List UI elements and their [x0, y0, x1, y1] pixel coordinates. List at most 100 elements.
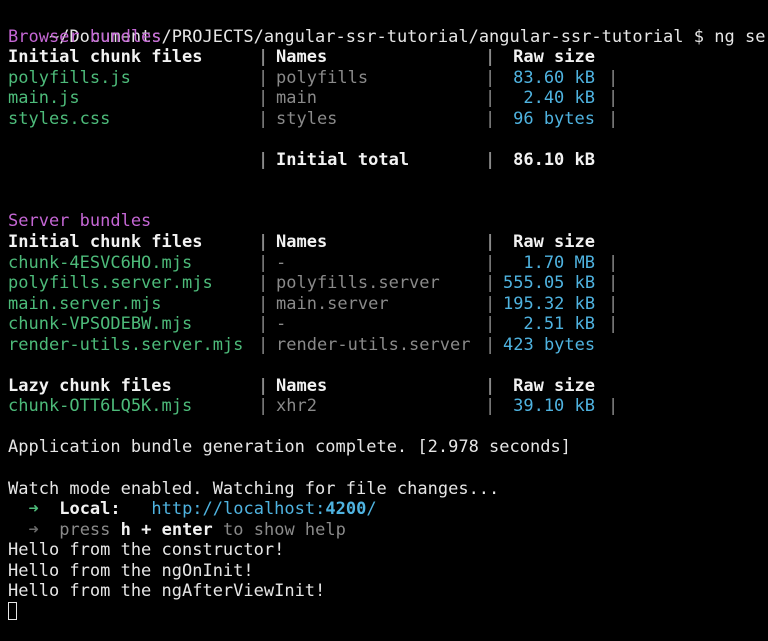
table-row: render-utils.server.mjs | render-utils.s…	[8, 335, 768, 356]
header-names: Names	[276, 232, 328, 253]
local-url-line: ➜ Local: http://localhost:4200/	[8, 499, 768, 520]
log-line: Hello from the constructor!	[8, 540, 285, 561]
header-files: Initial chunk files	[8, 47, 203, 68]
separator: |	[485, 47, 496, 68]
table-row: main.server.mjs | main.server | 195.32 k…	[8, 294, 768, 315]
separator: |	[485, 108, 496, 129]
lazy-header-row: Lazy chunk files | Names | Raw size	[8, 376, 768, 397]
chunk-name: polyfills.server	[276, 273, 440, 294]
chunk-size: 2.51 kB	[523, 314, 595, 335]
chunk-name: xhr2	[276, 396, 317, 417]
watch-message: Watch mode enabled. Watching for file ch…	[8, 478, 500, 499]
header-size: Raw size	[513, 47, 595, 68]
table-row: styles.css | styles | 96 bytes |	[8, 109, 768, 130]
server-header-row: Initial chunk files | Names | Raw size	[8, 232, 768, 253]
separator: |	[258, 334, 269, 355]
chunk-file: chunk-4ESVC6HO.mjs	[8, 252, 193, 273]
separator: |	[485, 232, 496, 253]
separator: |	[485, 293, 496, 314]
chunk-size: 555.05 kB	[503, 273, 596, 294]
chunk-size: 39.10 kB	[513, 396, 595, 417]
separator: |	[258, 252, 269, 273]
separator: |	[258, 88, 269, 109]
chunk-size: 195.32 kB	[503, 293, 596, 314]
separator: |	[608, 293, 619, 314]
separator: |	[258, 47, 269, 68]
url-port: 4200	[325, 499, 367, 520]
separator: |	[485, 67, 496, 88]
separator: |	[258, 375, 269, 396]
initial-total-row: | Initial total | 86.10 kB	[8, 150, 768, 171]
input-line[interactable]	[8, 601, 768, 623]
separator: |	[485, 273, 496, 294]
separator: |	[258, 67, 269, 88]
chunk-file: main.server.mjs	[8, 293, 162, 314]
help-hint-line: ➜ press h + enter to show help	[8, 520, 768, 541]
terminal-window[interactable]: ~/Documents/PROJECTS/angular-ssr-tutoria…	[0, 0, 768, 641]
separator: |	[258, 232, 269, 253]
chunk-file: polyfills.server.mjs	[8, 273, 213, 294]
arrow-right-icon: ➜	[28, 499, 39, 520]
log-line: Hello from the ngAfterViewInit!	[8, 581, 326, 602]
header-names: Names	[276, 47, 328, 68]
help-press: press	[59, 519, 111, 540]
local-label: Local:	[59, 499, 121, 520]
browser-header-row: Initial chunk files | Names | Raw size	[8, 47, 768, 68]
table-row: chunk-VPSODEBW.mjs | - | 2.51 kB |	[8, 314, 768, 335]
separator: |	[485, 252, 496, 273]
chunk-file: chunk-OTT6LQ5K.mjs	[8, 396, 193, 417]
header-files: Initial chunk files	[8, 232, 203, 253]
chunk-size: 1.70 MB	[523, 252, 595, 273]
table-row: polyfills.server.mjs | polyfills.server …	[8, 273, 768, 294]
chunk-name: styles	[276, 108, 338, 129]
chunk-size: 423 bytes	[503, 334, 596, 355]
separator: |	[608, 88, 619, 109]
server-section-title: Server bundles	[8, 211, 152, 232]
url-prefix: http://localhost:	[151, 499, 326, 520]
separator: |	[608, 67, 619, 88]
table-row: chunk-OTT6LQ5K.mjs | xhr2 | 39.10 kB |	[8, 396, 768, 417]
chunk-name: main	[276, 88, 317, 109]
separator: |	[258, 149, 269, 170]
log-line: Hello from the ngOnInit!	[8, 560, 254, 581]
separator: |	[485, 88, 496, 109]
separator: |	[485, 314, 496, 335]
separator: |	[258, 314, 269, 335]
separator: |	[258, 273, 269, 294]
chunk-name: main.server	[276, 293, 389, 314]
local-url-link[interactable]: http://localhost:4200/	[151, 499, 376, 519]
chunk-size: 96 bytes	[513, 108, 595, 129]
chunk-file: styles.css	[8, 108, 111, 129]
total-value: 86.10 kB	[513, 149, 595, 170]
browser-section-title: Browser bundles	[8, 26, 162, 47]
header-names: Names	[276, 375, 328, 396]
table-row: polyfills.js | polyfills | 83.60 kB |	[8, 68, 768, 89]
help-keys: h + enter	[120, 519, 213, 540]
chunk-name: render-utils.server	[276, 334, 471, 355]
chunk-file: chunk-VPSODEBW.mjs	[8, 314, 193, 335]
separator: |	[485, 149, 496, 170]
header-size: Raw size	[513, 375, 595, 396]
generation-message: Application bundle generation complete. …	[8, 437, 571, 458]
arrow-right-icon: ➜	[28, 519, 39, 540]
separator: |	[258, 108, 269, 129]
cursor	[8, 601, 17, 620]
separator: |	[485, 396, 496, 417]
help-rest: to show help	[223, 519, 346, 540]
table-row: main.js | main | 2.40 kB |	[8, 88, 768, 109]
prompt-line: ~/Documents/PROJECTS/angular-ssr-tutoria…	[8, 6, 768, 47]
chunk-name: -	[276, 252, 287, 273]
chunk-size: 2.40 kB	[523, 88, 595, 109]
header-size: Raw size	[513, 232, 595, 253]
chunk-file: polyfills.js	[8, 67, 131, 88]
chunk-name: polyfills	[276, 67, 369, 88]
header-files: Lazy chunk files	[8, 375, 172, 396]
separator: |	[608, 314, 619, 335]
separator: |	[608, 273, 619, 294]
